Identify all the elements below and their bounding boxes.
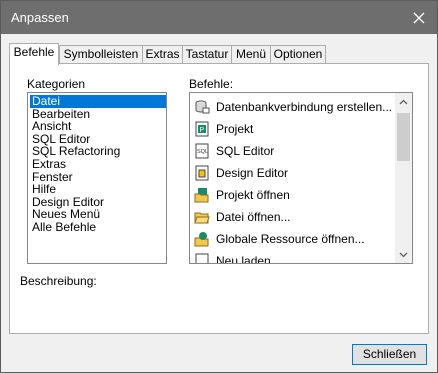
befehle-listbox[interactable]: Datenbankverbindung erstellen... P Proje…	[189, 92, 413, 264]
global-resource-icon	[194, 231, 210, 247]
kategorie-item-ansicht[interactable]: Ansicht	[30, 120, 166, 133]
open-folder-icon	[194, 209, 210, 225]
chevron-up-icon	[399, 99, 408, 104]
tab-extras[interactable]: Extras	[142, 45, 183, 63]
befehl-item-globale-ressource[interactable]: Globale Ressource öffnen...	[194, 228, 365, 250]
tab-panel-befehle: Kategorien Datei Bearbeiten Ansicht SQL …	[9, 63, 429, 334]
tab-tastatur[interactable]: Tastatur	[182, 45, 232, 63]
befehle-label: Befehle:	[189, 77, 234, 91]
befehl-label: Neu laden	[216, 254, 271, 264]
customize-dialog: Anpassen Befehle Symbolleisten Extras Ta…	[0, 0, 438, 373]
befehl-item-datenbankverbindung[interactable]: Datenbankverbindung erstellen...	[194, 96, 392, 118]
tab-befehle[interactable]: Befehle	[9, 43, 59, 65]
tab-optionen[interactable]: Optionen	[270, 45, 326, 63]
befehl-item-neu-laden[interactable]: Neu laden	[194, 250, 271, 264]
befehl-label: Design Editor	[216, 166, 289, 180]
befehl-label: Datei öffnen...	[216, 210, 291, 224]
open-project-icon	[194, 187, 210, 203]
title-bar: Anpassen	[1, 1, 437, 34]
tab-menue[interactable]: Menü	[231, 45, 271, 63]
kategorien-listbox[interactable]: Datei Bearbeiten Ansicht SQL Editor SQL …	[27, 92, 167, 264]
kategorie-item-datei[interactable]: Datei	[30, 95, 166, 108]
close-icon	[413, 12, 425, 23]
database-connection-icon	[194, 99, 210, 115]
befehl-item-design-editor[interactable]: Design Editor	[194, 162, 288, 184]
befehl-label: Datenbankverbindung erstellen...	[216, 100, 393, 114]
tab-symbolleisten[interactable]: Symbolleisten	[59, 45, 143, 63]
kategorie-item-alle-befehle[interactable]: Alle Befehle	[30, 221, 166, 234]
kategorie-item-extras[interactable]: Extras	[30, 158, 166, 171]
kategorien-label: Kategorien	[27, 77, 86, 91]
scroll-down-button[interactable]	[395, 246, 412, 263]
befehl-item-datei-oeffnen[interactable]: Datei öffnen...	[194, 206, 291, 228]
beschreibung-label: Beschreibung:	[20, 274, 97, 288]
design-editor-icon	[194, 165, 210, 181]
befehle-scrollbar[interactable]	[395, 93, 412, 263]
kategorie-item-hilfe[interactable]: Hilfe	[30, 183, 166, 196]
svg-text:SQL: SQL	[197, 149, 208, 155]
schliessen-button[interactable]: Schließen	[352, 344, 427, 365]
window-title: Anpassen	[11, 10, 69, 25]
befehl-label: SQL Editor	[216, 144, 275, 158]
befehl-label: Globale Ressource öffnen...	[216, 232, 365, 246]
scroll-up-button[interactable]	[395, 93, 412, 110]
sql-editor-icon: SQL	[194, 143, 210, 159]
befehl-label: Projekt öffnen	[216, 188, 290, 202]
chevron-down-icon	[399, 252, 408, 257]
befehl-item-sql-editor[interactable]: SQL SQL Editor	[194, 140, 274, 162]
befehl-item-projekt[interactable]: P Projekt	[194, 118, 253, 140]
scroll-thumb[interactable]	[397, 113, 410, 161]
reload-icon	[194, 253, 210, 263]
befehl-item-projekt-oeffnen[interactable]: Projekt öffnen	[194, 184, 290, 206]
close-window-button[interactable]	[401, 1, 437, 34]
svg-text:P: P	[200, 127, 205, 134]
befehl-label: Projekt	[216, 122, 254, 136]
project-icon: P	[194, 121, 210, 137]
